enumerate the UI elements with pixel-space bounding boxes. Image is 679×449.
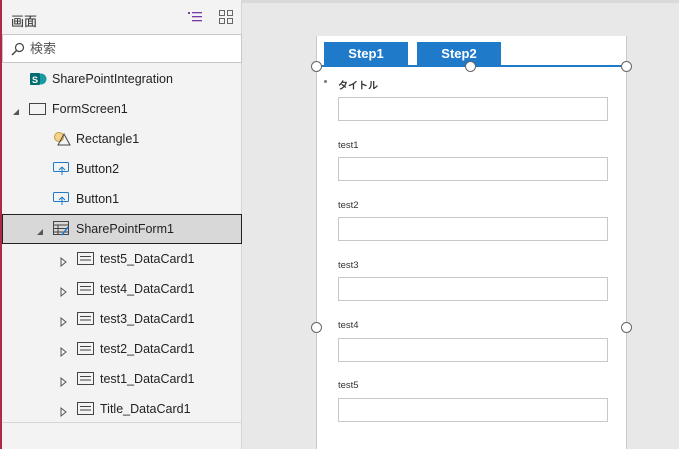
tree-item-label: SharePointForm1 — [76, 222, 174, 236]
datacard-icon — [77, 341, 95, 357]
shapes-icon — [53, 131, 71, 147]
datacard-icon — [77, 371, 95, 387]
tree-item-button1[interactable]: Button1 — [2, 184, 242, 214]
tree-title: 画面 — [11, 15, 38, 30]
title-field-input[interactable] — [338, 97, 608, 121]
button-icon — [53, 161, 71, 177]
step1-button[interactable]: Step1 — [324, 42, 408, 65]
collapsed-chevron-icon[interactable] — [58, 284, 68, 298]
search-icon — [11, 42, 25, 56]
canvas-top-border — [242, 0, 679, 3]
test4-field-label: test4 — [338, 320, 359, 331]
step2-button[interactable]: Step2 — [417, 42, 501, 65]
required-indicator — [324, 80, 327, 83]
expanded-chevron-icon[interactable] — [35, 224, 45, 235]
collapsed-chevron-icon[interactable] — [58, 254, 68, 268]
collapsed-chevron-icon[interactable] — [58, 404, 68, 418]
button-icon — [53, 191, 71, 207]
tree-item-test4-datacard1[interactable]: test4_DataCard1 — [2, 274, 242, 304]
tree-item-rectangle1[interactable]: Rectangle1 — [2, 124, 242, 154]
expanded-chevron-icon[interactable] — [11, 104, 21, 115]
tree-item-test2-datacard1[interactable]: test2_DataCard1 — [2, 334, 242, 364]
tree-header: 画面 — [2, 0, 242, 34]
tree-item-label: Rectangle1 — [76, 132, 140, 146]
test3-field-input[interactable] — [338, 277, 608, 301]
tree-item-label: Button2 — [76, 162, 120, 176]
title-field-label: タイトル — [338, 81, 378, 92]
datacard-icon — [77, 281, 95, 297]
tree-item-sharepointform1[interactable]: SharePointForm1 — [2, 214, 242, 244]
test3-field-label: test3 — [338, 260, 359, 271]
test2-field-input[interactable] — [338, 217, 608, 241]
tree-item-label: Title_DataCard1 — [100, 402, 191, 416]
search-input[interactable] — [30, 39, 230, 59]
screen-icon — [29, 101, 47, 117]
collapsed-chevron-icon[interactable] — [58, 314, 68, 328]
resize-handle-middle-left[interactable] — [311, 322, 322, 333]
tree-search-box[interactable] — [2, 34, 242, 63]
tree-item-test3-datacard1[interactable]: test3_DataCard1 — [2, 304, 242, 334]
test4-field-input[interactable] — [338, 338, 608, 362]
thumbnail-view-icon[interactable] — [218, 9, 234, 25]
test1-field-label: test1 — [338, 140, 359, 151]
tree-item-label: test1_DataCard1 — [100, 372, 195, 386]
svg-text:S: S — [32, 75, 38, 85]
collapsed-chevron-icon[interactable] — [58, 344, 68, 358]
test1-field-input[interactable] — [338, 157, 608, 181]
tree-view-panel: 画面 検索 S SharePointIntegration FormScreen… — [0, 0, 242, 449]
collapsed-chevron-icon[interactable] — [58, 374, 68, 388]
test5-field-input[interactable] — [338, 398, 608, 422]
test2-field-label: test2 — [338, 200, 359, 211]
tree-footer-divider — [2, 422, 242, 423]
resize-handle-top-left[interactable] — [311, 61, 322, 72]
tree-item-test5-datacard1[interactable]: test5_DataCard1 — [2, 244, 242, 274]
tree-item-formscreen1[interactable]: FormScreen1 — [2, 94, 242, 124]
tree-item-label: test2_DataCard1 — [100, 342, 195, 356]
tree-item-label: test3_DataCard1 — [100, 312, 195, 326]
tree-item-label: test5_DataCard1 — [100, 252, 195, 266]
tree-item-title-datacard1[interactable]: Title_DataCard1 — [2, 394, 242, 424]
resize-handle-top-right[interactable] — [621, 61, 632, 72]
sharepoint-icon: S — [29, 71, 47, 87]
tree-item-label: SharePointIntegration — [52, 72, 173, 86]
form-icon — [53, 221, 71, 237]
resize-handle-middle-right[interactable] — [621, 322, 632, 333]
tree-item-test1-datacard1[interactable]: test1_DataCard1 — [2, 364, 242, 394]
test5-field-label: test5 — [338, 380, 359, 391]
tree-item-label: Button1 — [76, 192, 120, 206]
tree-item-label: FormScreen1 — [52, 102, 128, 116]
datacard-icon — [77, 311, 95, 327]
tree-item-button2[interactable]: Button2 — [2, 154, 242, 184]
datacard-icon — [77, 251, 95, 267]
resize-handle-top-center[interactable] — [465, 61, 476, 72]
tree-view-list-icon[interactable] — [187, 9, 203, 25]
datacard-icon — [77, 401, 95, 417]
tree-item-sharepointintegration[interactable]: S SharePointIntegration — [2, 64, 242, 94]
tree-item-label: test4_DataCard1 — [100, 282, 195, 296]
